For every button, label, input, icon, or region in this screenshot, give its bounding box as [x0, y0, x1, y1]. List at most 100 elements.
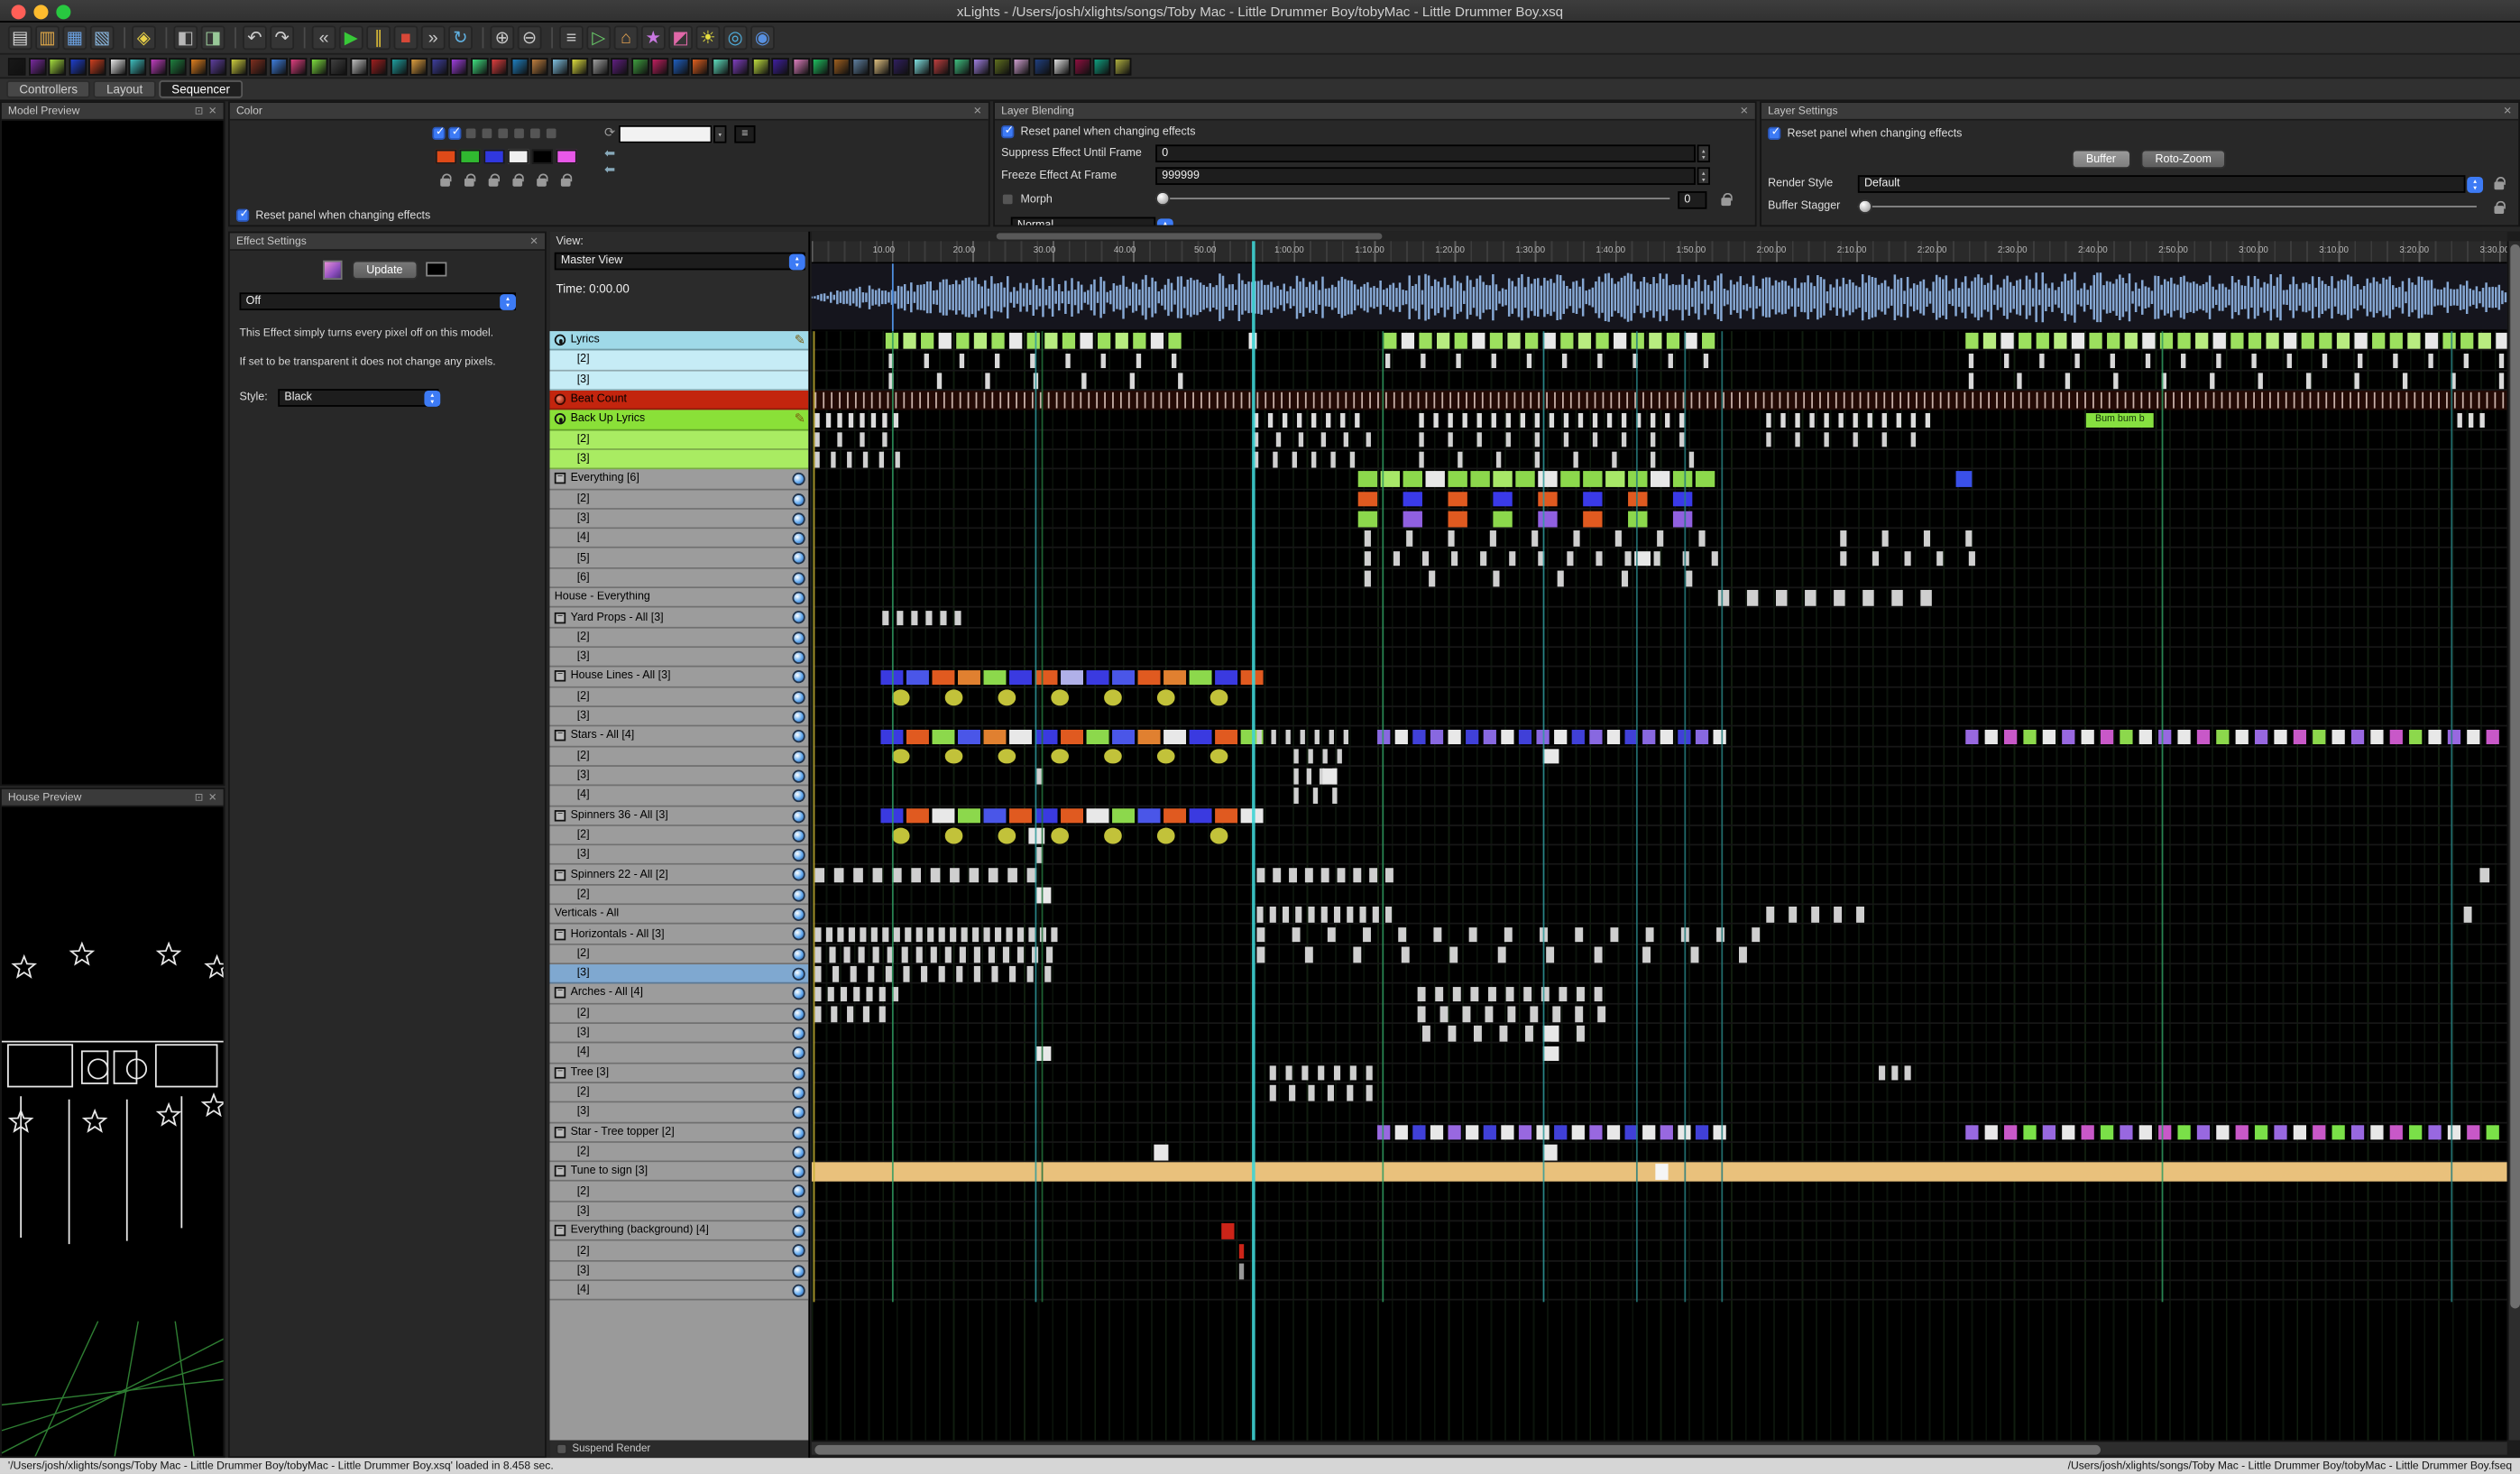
effect-block[interactable]: [1766, 412, 1771, 428]
grid-row-lyrics-0[interactable]: [811, 331, 2507, 352]
close-icon[interactable]: ✕: [529, 235, 538, 247]
track-row-everything-background-4-45[interactable]: − Everything (background) [4]: [549, 1221, 809, 1242]
grid-row-2-31[interactable]: [811, 944, 2507, 965]
render-icon[interactable]: [792, 631, 805, 644]
render-style-dropdown-icon[interactable]: ▴ ▾: [2467, 176, 2484, 192]
effect-block[interactable]: [2313, 729, 2326, 745]
zoom-in-icon[interactable]: ⊕: [490, 25, 515, 51]
effect-block[interactable]: [1311, 412, 1317, 428]
effect-block[interactable]: [837, 432, 842, 448]
effect-block[interactable]: [2004, 729, 2018, 745]
effect-block[interactable]: [1062, 333, 1076, 349]
effect-block[interactable]: [1036, 887, 1052, 903]
effect-block[interactable]: [814, 986, 822, 1002]
color-lock-3-icon[interactable]: [488, 172, 500, 187]
effect-block[interactable]: [1762, 392, 1765, 409]
effect-block[interactable]: [1369, 867, 1378, 883]
effect-block[interactable]: [1384, 392, 1387, 409]
effect-block[interactable]: [2266, 333, 2279, 349]
grid-row-tune-to-sign-3-42[interactable]: [811, 1162, 2507, 1183]
effect-block[interactable]: [1509, 550, 1516, 567]
effect-block[interactable]: [943, 392, 945, 409]
effect-block[interactable]: [2409, 729, 2423, 745]
effect-block[interactable]: [1964, 392, 1966, 409]
effect-block[interactable]: [1466, 1124, 1479, 1141]
buffer-tab-button[interactable]: Buffer: [2071, 149, 2131, 170]
effect-block[interactable]: [1554, 392, 1556, 409]
effect-block[interactable]: [2060, 392, 2063, 409]
effect-preset-7-icon[interactable]: [128, 57, 147, 75]
effect-block[interactable]: [1577, 986, 1585, 1002]
effect-block[interactable]: [814, 452, 820, 468]
effect-block[interactable]: [848, 926, 855, 943]
track-row-2-41[interactable]: [2]: [549, 1142, 809, 1163]
effect-block[interactable]: [2210, 373, 2215, 389]
effect-block[interactable]: [1853, 412, 1858, 428]
track-row-4-36[interactable]: [4]: [549, 1043, 809, 1064]
effect-block[interactable]: [1061, 729, 1083, 745]
effect-block[interactable]: [1289, 867, 1297, 883]
effect-block[interactable]: [1384, 353, 1391, 369]
effect-preset-19-icon[interactable]: [369, 57, 388, 75]
effect-block[interactable]: [1409, 392, 1412, 409]
lights-on-off-icon[interactable]: ☀: [695, 25, 721, 51]
effect-block[interactable]: [994, 353, 1000, 369]
color-lock-2-icon[interactable]: [464, 172, 475, 187]
effect-block[interactable]: [1353, 392, 1356, 409]
effect-block[interactable]: [1168, 333, 1182, 349]
effect-block[interactable]: [1304, 867, 1313, 883]
effect-block[interactable]: [1606, 412, 1613, 428]
effect-block[interactable]: [1357, 491, 1378, 507]
grid-row-2-21[interactable]: [811, 747, 2507, 767]
effect-block[interactable]: [1666, 333, 1680, 349]
effect-preset-14-icon[interactable]: [269, 57, 288, 75]
effect-block[interactable]: [1401, 946, 1410, 963]
effect-block[interactable]: [1215, 729, 1238, 745]
effect-block[interactable]: [2004, 1124, 2018, 1141]
effect-block[interactable]: [1189, 669, 1212, 686]
effect-block[interactable]: [1499, 1026, 1508, 1042]
effect-block[interactable]: [1789, 907, 1798, 923]
effect-block[interactable]: [1384, 333, 1397, 349]
render-icon[interactable]: [792, 1185, 805, 1199]
effect-block[interactable]: [2286, 353, 2292, 369]
effect-block[interactable]: [1965, 333, 1979, 349]
effect-block[interactable]: [950, 926, 957, 943]
effect-block[interactable]: [2071, 333, 2085, 349]
render-icon[interactable]: [792, 1086, 805, 1100]
effect-block[interactable]: [1221, 1223, 1235, 1239]
effect-block[interactable]: [1491, 412, 1496, 428]
effect-block[interactable]: [1466, 729, 1479, 745]
effect-block[interactable]: [988, 946, 995, 963]
effect-block[interactable]: [1406, 530, 1413, 547]
effect-block[interactable]: [2124, 333, 2138, 349]
effect-block[interactable]: [1152, 392, 1154, 409]
color-swatch-6[interactable]: [556, 149, 577, 164]
update-effect-button[interactable]: Update: [352, 260, 418, 281]
effect-block[interactable]: [1795, 392, 1798, 409]
effect-block[interactable]: [2409, 1124, 2423, 1141]
effect-block[interactable]: [2089, 333, 2102, 349]
effect-preset-46-icon[interactable]: [912, 57, 930, 75]
effect-block[interactable]: [973, 966, 980, 982]
track-row-star-tree-topper-2-40[interactable]: − Star - Tree topper [2]: [549, 1122, 809, 1143]
effect-block[interactable]: [1984, 1124, 1998, 1141]
effect-block[interactable]: [1337, 749, 1342, 765]
detach-panel-icon[interactable]: ⊡: [195, 105, 204, 117]
effect-block[interactable]: [2074, 353, 2080, 369]
color-checkbox-6[interactable]: [512, 126, 526, 141]
effect-block[interactable]: [1717, 590, 1730, 606]
effect-block[interactable]: [2076, 392, 2078, 409]
grid-row-4-48[interactable]: [811, 1281, 2507, 1302]
effect-block[interactable]: [2068, 392, 2071, 409]
effect-block[interactable]: [2044, 392, 2046, 409]
effect-preset-8-icon[interactable]: [148, 57, 167, 75]
color-swatch-1[interactable]: [435, 149, 457, 164]
effect-block[interactable]: [1660, 1124, 1673, 1141]
effect-block[interactable]: [1561, 353, 1568, 369]
effect-block[interactable]: [1028, 926, 1035, 943]
effect-block[interactable]: [2036, 333, 2049, 349]
effect-block[interactable]: [1364, 550, 1371, 567]
view-dropdown[interactable]: Master View: [554, 252, 805, 271]
effect-block[interactable]: [2430, 392, 2432, 409]
